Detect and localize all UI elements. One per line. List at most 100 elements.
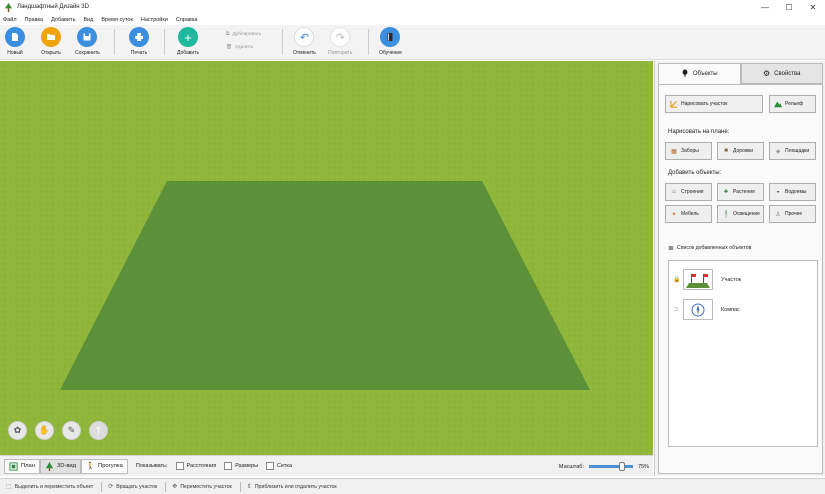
list-item-name: Участок <box>721 276 742 283</box>
draw-on-plan-heading: Нарисовать на плане: <box>668 129 730 135</box>
tab-objects[interactable]: Объекты <box>658 63 741 84</box>
status-divider <box>239 481 241 492</box>
unlock-icon[interactable]: ⊐ <box>673 306 681 313</box>
new-label: Новый <box>7 50 23 56</box>
new-file-icon <box>5 27 25 47</box>
plants-label: Растения <box>733 189 755 195</box>
view-walk-button[interactable]: 🚶 Прогулка <box>81 458 128 474</box>
menu-view[interactable]: Вид <box>83 17 93 23</box>
relief-button[interactable]: Рельеф <box>769 95 816 113</box>
layers-icon[interactable]: ✿ <box>8 421 27 440</box>
tab-properties-label: Свойства <box>774 70 801 77</box>
plants-button[interactable]: ♣ Растения <box>717 183 764 201</box>
save-button[interactable]: Сохранить <box>75 27 100 56</box>
status-rotate: ⟳ Вращать участок <box>108 483 157 491</box>
menu-file[interactable]: Файл <box>3 17 17 23</box>
status-move: ✥ Переместить участок <box>172 483 232 491</box>
list-item[interactable]: ⊐ Компас <box>673 299 740 320</box>
view-3d-button[interactable]: 3D-вид <box>39 458 82 474</box>
furniture-icon: ✦ <box>671 211 677 218</box>
delete-label: Удалить <box>235 45 254 50</box>
grid-label: Сетка <box>277 463 292 469</box>
floppy-icon <box>77 27 98 47</box>
status-select-text: Выделить и переместить объект <box>14 483 94 490</box>
draw-plot-label: Нарисовать участок <box>681 101 728 107</box>
path-icon: ■ <box>724 148 728 154</box>
ponds-button[interactable]: ◒ Водоемы <box>769 183 816 201</box>
misc-button[interactable]: ♙ Прочее <box>769 205 816 223</box>
tutorial-button[interactable]: Обучение <box>379 27 402 56</box>
objects-panel: Нарисовать участок Рельеф Нарисовать на … <box>658 84 823 474</box>
stack-icon: ≣ <box>668 245 674 252</box>
close-button[interactable]: ✕ <box>801 0 825 14</box>
hand-icon[interactable]: ✋ <box>35 421 54 440</box>
misc-icon: ♙ <box>775 211 781 218</box>
buildings-button[interactable]: ⌂ Строения <box>665 183 712 201</box>
zoom-slider[interactable] <box>588 462 633 471</box>
checkbox-box[interactable] <box>175 462 184 470</box>
objects-tab-icon <box>681 69 689 79</box>
new-button[interactable]: Новый <box>5 27 25 56</box>
pond-icon: ◒ <box>776 189 780 195</box>
redo-button[interactable]: ↷ Повторить <box>328 27 352 56</box>
plant-icon: ♣ <box>724 189 728 195</box>
minimize-button[interactable]: — <box>753 0 777 14</box>
furniture-label: Мебель <box>681 211 699 217</box>
status-divider <box>165 481 167 492</box>
print-label: Печать <box>130 50 148 56</box>
fences-button[interactable]: ▦ Заборы <box>665 142 712 160</box>
save-label: Сохранить <box>75 50 100 56</box>
draw-plot-button[interactable]: Нарисовать участок <box>665 95 763 113</box>
print-button[interactable]: Печать <box>129 27 149 56</box>
menu-bar: Файл Правка Добавить Вид Время суток Нас… <box>0 14 825 25</box>
house-icon: ⌂ <box>672 189 676 195</box>
right-panel: Объекты ⚙ Свойства Нарисовать участок Ре… <box>654 61 825 476</box>
grid-checkbox[interactable]: Сетка <box>266 462 292 470</box>
furniture-button[interactable]: ✦ Мебель <box>665 205 712 223</box>
lighting-button[interactable]: ╿ Освещение <box>717 205 764 223</box>
view-plan-button[interactable]: План <box>4 458 40 474</box>
menu-help[interactable]: Справка <box>176 17 198 23</box>
dimensions-checkbox[interactable]: Размеры <box>224 462 258 470</box>
tab-properties[interactable]: ⚙ Свойства <box>740 63 823 84</box>
platforms-label: Площадки <box>785 148 810 154</box>
paths-button[interactable]: ■ Дорожки <box>717 142 764 160</box>
platforms-button[interactable]: ◈ Площадки <box>769 142 816 160</box>
fence-icon: ▦ <box>671 148 677 155</box>
ruler-icon[interactable]: ✎ <box>62 421 81 440</box>
menu-time-of-day[interactable]: Время суток <box>101 17 133 23</box>
tree-3d-icon <box>45 461 54 471</box>
maximize-button[interactable]: ☐ <box>777 0 801 14</box>
objects-list-heading: ≣ Список добавленных объектов <box>668 244 751 252</box>
objects-list: 🔒 Участок ⊐ Компас <box>668 260 818 447</box>
distances-checkbox[interactable]: Расстояния <box>175 462 216 470</box>
list-item[interactable]: 🔒 Участок <box>673 269 741 290</box>
toolbar-divider <box>368 29 369 55</box>
3d-viewport[interactable]: ✿ ✋ ✎ T <box>0 61 653 455</box>
menu-settings[interactable]: Настройки <box>141 17 168 23</box>
lighting-label: Освещение <box>733 211 760 217</box>
trash-icon: 🗑 <box>226 45 233 50</box>
menu-edit[interactable]: Правка <box>25 17 44 23</box>
duplicate-button[interactable]: ⧉ Дублировать <box>226 31 261 38</box>
menu-add[interactable]: Добавить <box>51 17 75 23</box>
delete-button[interactable]: 🗑 Удалить <box>226 45 253 50</box>
relief-label: Рельеф <box>785 101 804 107</box>
text-icon[interactable]: T <box>89 421 108 440</box>
redo-icon: ↷ <box>330 27 351 47</box>
zoom-slider-thumb[interactable] <box>618 462 625 471</box>
lock-icon[interactable]: 🔒 <box>673 276 681 283</box>
toolbar-divider <box>164 29 165 55</box>
add-button[interactable]: + Добавить <box>177 27 199 56</box>
tree-icon <box>4 2 13 12</box>
zoom-label: Масштаб: <box>558 463 584 470</box>
toolbar-divider <box>114 29 115 55</box>
add-objects-heading: Добавить объекты: <box>668 170 722 176</box>
checkbox-box[interactable] <box>224 462 233 470</box>
lamp-icon: ╿ <box>724 211 728 218</box>
open-button[interactable]: Открыть <box>41 27 61 56</box>
undo-button[interactable]: ↶ Отменить <box>293 27 316 56</box>
list-item-name: Компас <box>721 306 740 313</box>
checkbox-box[interactable] <box>266 462 275 470</box>
cursor-icon: ⬚ <box>6 484 12 490</box>
